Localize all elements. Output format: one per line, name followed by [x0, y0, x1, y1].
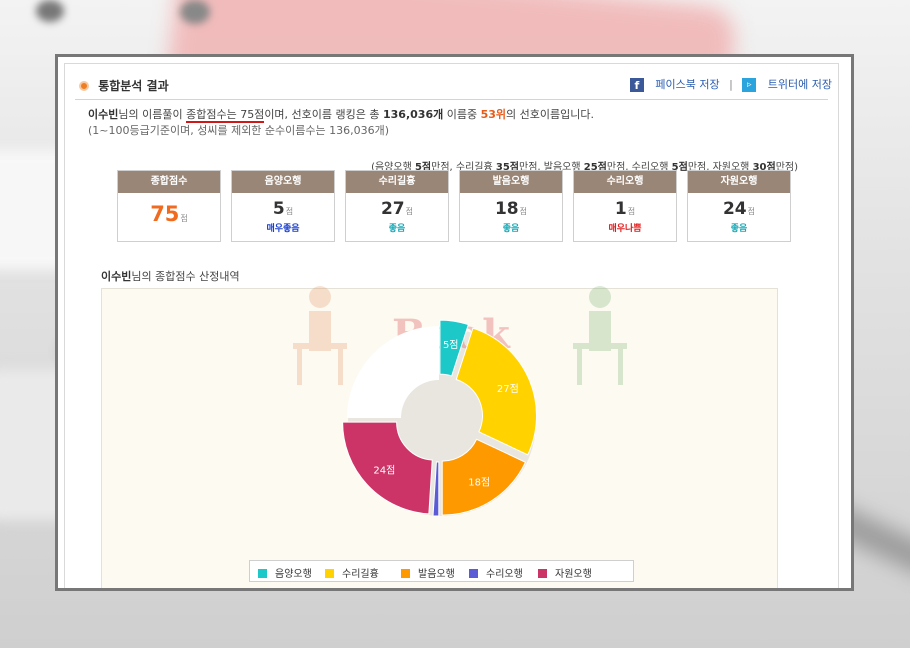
summary-text: 이수빈님의 이름풀이 종합점수는 75점이며, 선호이름 랭킹은 총 136,0…: [88, 108, 594, 137]
slice-label: 24점: [373, 464, 395, 476]
section-header: 통합분석 결과: [79, 77, 169, 94]
slice-label: 5점: [443, 339, 459, 351]
rank: 53위: [480, 108, 507, 121]
twitter-icon[interactable]: ▹: [742, 78, 757, 92]
slice-label: 27점: [497, 383, 519, 395]
legend-swatch: [401, 569, 410, 578]
summary-subline: (1~100등급기준이며, 성씨를 제외한 순수이름수는 136,036개): [88, 124, 390, 137]
score-box-suri-ohaeng: 수리오행 1점 매우나쁨: [573, 170, 677, 242]
legend-item: 자원오행: [538, 565, 592, 580]
chart-title: 이수빈님의 종합점수 산정내역: [101, 270, 240, 283]
share-links: f 페이스북 저장 | ▹ 트위터에 저장: [629, 76, 832, 92]
score-box-total: 종합점수 75점: [117, 170, 221, 242]
legend-item: 수리길흉: [325, 565, 379, 580]
legend-swatch: [469, 569, 478, 578]
slice-label: 18점: [468, 476, 490, 488]
score-box-bareum: 발음오행 18점 좋음: [459, 170, 563, 242]
donut-chart: 5점 27점 18점 24점: [342, 319, 537, 517]
score-box-suri-gilhyung: 수리길흉 27점 좋음: [345, 170, 449, 242]
bullet-icon: [79, 81, 89, 91]
legend-swatch: [325, 569, 334, 578]
legend-item: 수리오행: [469, 565, 523, 580]
user-name: 이수빈: [88, 108, 119, 121]
facebook-save-link[interactable]: 페이스북 저장: [655, 78, 719, 91]
facebook-icon[interactable]: f: [629, 78, 644, 92]
score-box-jawon: 자원오행 24점 좋음: [687, 170, 791, 242]
divider: |: [729, 78, 733, 91]
score-box-eumyang: 음양오행 5점 매우좋음: [231, 170, 335, 242]
total-score-phrase: 종합점수는 75점: [186, 108, 265, 123]
chart-area: Book 5점27점18점24점 음양오행 수리길흉 발음오행 수리오행 자원오…: [101, 286, 778, 588]
total-names: 136,036개: [383, 108, 444, 121]
section-title: 통합분석 결과: [98, 79, 169, 93]
legend-item: 발음오행: [401, 565, 455, 580]
header-divider: [75, 99, 828, 100]
legend-item: 음양오행: [258, 565, 312, 580]
legend-swatch: [258, 569, 267, 578]
analysis-panel: 통합분석 결과 f 페이스북 저장 | ▹ 트위터에 저장 이수빈님의 이름풀이…: [64, 63, 839, 588]
chart-legend: 음양오행 수리길흉 발음오행 수리오행 자원오행: [249, 560, 634, 582]
twitter-save-link[interactable]: 트위터에 저장: [768, 78, 832, 91]
screenshot-frame: 통합분석 결과 f 페이스북 저장 | ▹ 트위터에 저장 이수빈님의 이름풀이…: [55, 54, 854, 591]
legend-swatch: [538, 569, 547, 578]
